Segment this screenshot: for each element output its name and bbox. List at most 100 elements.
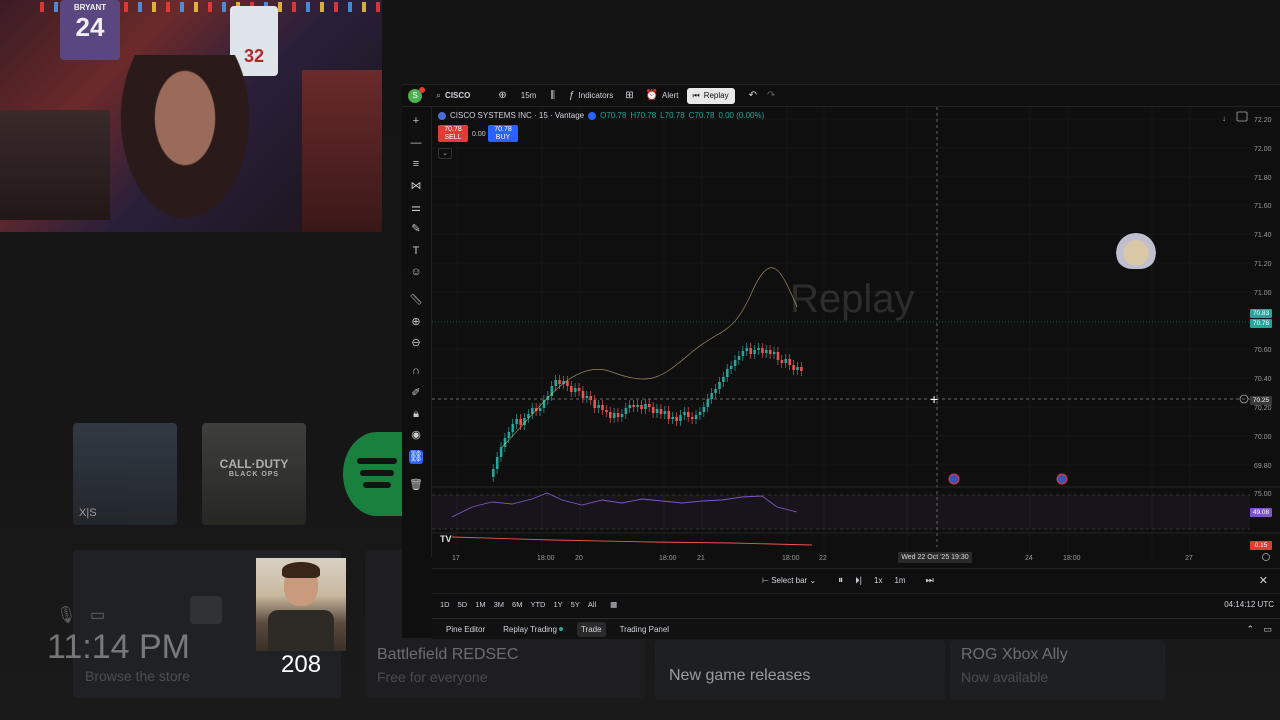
- replay-watermark: Replay: [790, 277, 915, 321]
- pattern-tool-icon[interactable]: ⋈: [409, 179, 423, 193]
- link-icon[interactable]: ⛓: [409, 450, 423, 464]
- legend-low: L70.78: [660, 111, 685, 120]
- tab-replay-trading[interactable]: Replay Trading: [499, 622, 567, 637]
- legend-open: O70.78: [600, 111, 627, 120]
- time-axis-label: 20: [575, 555, 583, 562]
- redo-button[interactable]: ↷: [767, 90, 775, 101]
- lock-icon[interactable]: 🔒︎: [409, 407, 423, 421]
- calendar-icon[interactable]: ▦: [610, 600, 617, 609]
- macd-line: [451, 536, 813, 546]
- candle-body: [757, 348, 760, 350]
- forecast-tool-icon[interactable]: ⚌: [409, 201, 423, 215]
- earnings-flag-icon: [1056, 473, 1068, 485]
- legend-symbol-name: CISCO SYSTEMS INC · 15 · Vantage: [450, 111, 585, 120]
- zoom-in-icon[interactable]: ⊕: [409, 315, 423, 329]
- magnet-icon[interactable]: ∩: [409, 364, 423, 378]
- pause-button[interactable]: ⏸: [838, 575, 843, 586]
- candle-body: [761, 348, 764, 353]
- indicators-button[interactable]: ƒ Indicators: [569, 90, 613, 101]
- candle-body: [702, 407, 706, 412]
- replay-icon: ⏮: [692, 90, 700, 100]
- range-1d[interactable]: 1D: [440, 600, 450, 609]
- chevron-down-icon[interactable]: ⌄: [438, 148, 452, 159]
- spotify-tile[interactable]: [343, 432, 411, 516]
- utc-clock[interactable]: 04:14:12 UTC: [1224, 600, 1274, 609]
- chart-type-button[interactable]: ⫼: [550, 90, 555, 101]
- stream-scene: BRYANT24 32 X|S CALL·DUTYBLACK OPS 🎙︎ ▭ …: [0, 0, 1280, 720]
- replay-button[interactable]: ⏮ Replay: [686, 87, 735, 104]
- undo-button[interactable]: ↶: [749, 90, 757, 101]
- tab-trading-panel[interactable]: Trading Panel: [616, 622, 674, 637]
- jump-to-realtime-button[interactable]: ⏭: [926, 575, 934, 586]
- price-axis-label: 69.80: [1254, 463, 1272, 470]
- brush-tool-icon[interactable]: ✎: [409, 222, 423, 236]
- time-axis-label: 18:00: [782, 555, 800, 562]
- alarm-icon: ⏰: [645, 90, 659, 101]
- range-1y[interactable]: 1Y: [553, 600, 562, 609]
- candle-body: [605, 410, 608, 412]
- trendline-tool-icon[interactable]: —: [409, 136, 423, 150]
- ruler-tool-icon[interactable]: 📏︎: [409, 293, 423, 307]
- zoom-out-icon[interactable]: ⊖: [409, 336, 423, 350]
- candle-body: [554, 380, 557, 386]
- price-axis-label: 70.40: [1254, 376, 1272, 383]
- eye-icon[interactable]: ◉: [409, 428, 423, 442]
- new-releases-label: New game releases: [669, 667, 811, 684]
- candle-body: [616, 413, 620, 417]
- select-bar-icon: ⊢: [762, 576, 769, 585]
- candle-body: [503, 438, 507, 447]
- emoji-tool-icon[interactable]: ☺: [409, 265, 423, 279]
- rsi-band: [432, 495, 1250, 529]
- candle-body: [714, 389, 717, 393]
- maximize-panel-icon[interactable]: ▭: [1263, 624, 1272, 635]
- price-chart[interactable]: 72.20 72.00 71.80 71.60 71.40 71.20 71.00 70.60…: [432, 107, 1280, 568]
- candle-body: [745, 348, 749, 351]
- price-axis-label: 72.20: [1254, 117, 1272, 124]
- range-5d[interactable]: 5D: [458, 600, 468, 609]
- candle-body: [538, 408, 542, 411]
- game-tile-call-of-duty[interactable]: CALL·DUTY BLACK OPS: [202, 423, 306, 525]
- tab-trade[interactable]: Trade: [576, 621, 606, 637]
- candle-body: [651, 407, 655, 413]
- candle-body: [780, 360, 784, 363]
- range-5y[interactable]: 5Y: [571, 600, 580, 609]
- range-all[interactable]: All: [588, 600, 596, 609]
- fib-tool-icon[interactable]: ≡: [409, 157, 423, 171]
- candle-body: [492, 469, 495, 477]
- sell-button[interactable]: 70.78 SELL: [438, 125, 468, 142]
- layouts-button[interactable]: ⊞: [625, 90, 633, 101]
- fullscreen-icon: [1236, 111, 1248, 122]
- range-1m[interactable]: 1M: [475, 600, 485, 609]
- compare-button[interactable]: ⊕: [498, 90, 506, 101]
- candle-body: [655, 409, 659, 413]
- step-forward-button[interactable]: ⏵|: [855, 575, 862, 586]
- candle-body: [667, 411, 671, 419]
- replay-interval-button[interactable]: 1m: [894, 576, 905, 585]
- candle-body: [577, 388, 581, 391]
- select-bar-button[interactable]: ⊢ Select bar ⌄: [762, 576, 816, 585]
- last-price-tag: 70.78: [1250, 319, 1272, 328]
- candles-icon: ⫼: [550, 90, 555, 101]
- stay-drawing-icon[interactable]: ✐: [409, 386, 423, 400]
- buy-button[interactable]: 70.78 BUY: [488, 125, 518, 142]
- crosshair-tool-icon[interactable]: +: [409, 114, 423, 128]
- symbol-search[interactable]: ⌕ CISCO: [436, 90, 470, 101]
- tab-pine-editor[interactable]: Pine Editor: [442, 622, 489, 637]
- candle-body: [733, 360, 737, 366]
- price-axis-label: 71.20: [1254, 261, 1272, 268]
- text-tool-icon[interactable]: T: [409, 244, 423, 258]
- user-avatar[interactable]: S: [408, 86, 425, 103]
- alert-button[interactable]: ⏰ Alert: [646, 90, 679, 101]
- status-dot: [558, 627, 563, 632]
- range-ytd[interactable]: YTD: [530, 600, 545, 609]
- trash-icon[interactable]: 🗑︎: [409, 478, 423, 492]
- collapse-panel-icon[interactable]: ⌃: [1246, 624, 1254, 635]
- range-3m[interactable]: 3M: [494, 600, 504, 609]
- close-icon[interactable]: ✕: [1259, 574, 1268, 587]
- candle-body: [511, 424, 515, 432]
- range-6m[interactable]: 6M: [512, 600, 522, 609]
- rog-subtitle: Now available: [961, 669, 1049, 685]
- game-tile-flight-sim[interactable]: X|S: [73, 423, 177, 525]
- interval-button[interactable]: 15m: [521, 91, 537, 100]
- speed-button[interactable]: 1x: [874, 576, 882, 585]
